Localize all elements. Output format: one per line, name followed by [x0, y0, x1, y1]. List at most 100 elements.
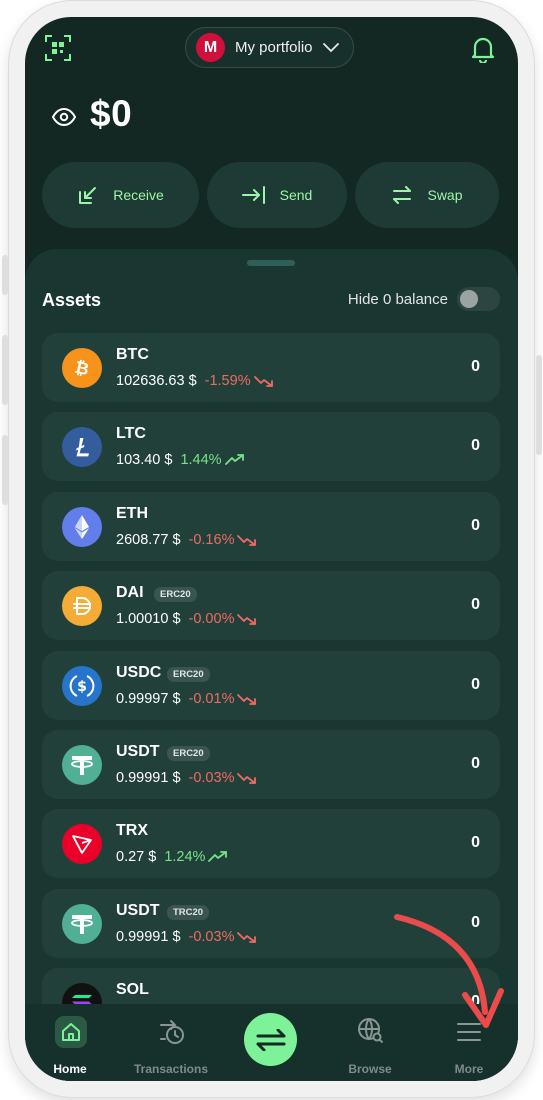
receive-button[interactable]: Receive	[42, 162, 199, 228]
btc-icon: ₿	[62, 348, 102, 388]
usdt-icon	[62, 744, 102, 785]
trend-up-icon	[208, 851, 228, 863]
usdt-icon	[62, 903, 102, 944]
asset-list: ₿ BTC 102636.63 $ -1.59% 0 LTC 103.40 $ …	[42, 333, 500, 1048]
svg-text:$: $	[77, 679, 87, 695]
nav-label: Home	[53, 1062, 87, 1076]
asset-change: -0.00%	[188, 611, 235, 628]
chevron-down-icon	[322, 42, 339, 52]
swap-button[interactable]: Swap	[355, 162, 499, 228]
asset-symbol: SOL	[116, 981, 149, 999]
asset-symbol: ETH	[116, 504, 148, 522]
asset-price: 1.00010 $	[116, 611, 181, 628]
asset-row-dai[interactable]: DAI ERC20 1.00010 $ -0.00% 0	[42, 571, 500, 641]
asset-symbol: USDC	[116, 663, 162, 681]
globe-search-icon	[358, 1018, 384, 1044]
asset-price-line: 103.40 $ 1.44%	[116, 452, 245, 468]
toggle-knob	[460, 290, 478, 308]
receive-label: Receive	[113, 187, 164, 203]
asset-price-line: 0.99991 $ -0.03%	[116, 770, 257, 786]
asset-price-line: 102636.63 $ -1.59%	[116, 373, 274, 389]
assets-title: Assets	[42, 290, 102, 310]
asset-balance: 0	[471, 913, 480, 931]
swap-arrows-icon	[256, 1028, 285, 1051]
assets-sheet: Assets Hide 0 balance ₿ BTC 102636.63 $ …	[25, 249, 518, 1081]
asset-balance: 0	[471, 675, 480, 693]
trend-down-icon	[237, 931, 257, 943]
nav-transactions[interactable]: Transactions	[126, 1004, 216, 1081]
asset-change: 1.24%	[164, 849, 206, 866]
asset-balance: 0	[471, 358, 480, 375]
nav-label: Transactions	[133, 1062, 209, 1076]
trend-down-icon	[237, 614, 257, 626]
asset-change: -0.03%	[188, 769, 235, 786]
eth-icon	[62, 506, 102, 547]
asset-change: -0.16%	[188, 531, 235, 548]
nav-browse[interactable]: Browse	[325, 1004, 415, 1081]
sheet-drag-handle[interactable]	[247, 260, 295, 266]
asset-balance: 0	[471, 754, 480, 772]
asset-symbol: USDT	[116, 742, 160, 760]
avatar: M	[196, 33, 225, 62]
asset-row-btc[interactable]: ₿ BTC 102636.63 $ -1.59% 0	[42, 333, 500, 402]
portfolio-name: My portfolio	[235, 39, 313, 56]
app-screen: M My portfolio $0 Receive Send Swap Asse…	[25, 17, 518, 1081]
asset-price-line: 0.27 $ 1.24%	[116, 849, 228, 865]
bell-icon[interactable]	[470, 35, 496, 65]
trend-up-icon	[224, 454, 244, 466]
asset-symbol: LTC	[116, 425, 146, 443]
qr-scan-icon[interactable]	[45, 35, 71, 61]
phone-side-button	[2, 335, 8, 405]
eye-icon[interactable]	[51, 107, 77, 127]
asset-change: 1.44%	[180, 452, 222, 469]
send-button[interactable]: Send	[207, 162, 347, 228]
trx-icon	[62, 824, 102, 865]
asset-price: 0.99991 $	[116, 928, 181, 945]
trend-down-icon	[237, 534, 257, 546]
menu-icon	[457, 1023, 481, 1041]
asset-price-line: 0.99997 $ -0.01%	[116, 691, 257, 707]
asset-price-line: 2608.77 $ -0.16%	[116, 532, 257, 548]
send-label: Send	[279, 187, 313, 203]
asset-balance: 0	[471, 437, 480, 455]
asset-price: 2608.77 $	[116, 531, 181, 548]
trend-down-icon	[253, 376, 273, 387]
asset-price: 0.99991 $	[116, 769, 181, 786]
asset-row-trx[interactable]: TRX 0.27 $ 1.24% 0	[42, 809, 500, 879]
portfolio-selector[interactable]: M My portfolio	[185, 27, 354, 68]
hide-zero-label: Hide 0 balance	[347, 291, 448, 308]
nav-label: More	[454, 1062, 484, 1076]
asset-symbol: DAI	[116, 584, 144, 602]
hide-zero-toggle[interactable]	[457, 287, 500, 311]
asset-symbol: BTC	[116, 346, 149, 363]
asset-row-usdc[interactable]: $ USDC ERC20 0.99997 $ -0.01% 0	[42, 650, 500, 720]
nav-home[interactable]: Home	[25, 1004, 115, 1081]
svg-text:₿: ₿	[73, 358, 91, 380]
dai-icon	[62, 586, 102, 627]
phone-side-button	[2, 435, 8, 505]
transactions-icon	[160, 1020, 184, 1044]
receive-icon	[79, 187, 97, 204]
asset-row-usdt-trc20[interactable]: USDT TRC20 0.99991 $ -0.03% 0	[42, 888, 500, 958]
home-icon	[55, 1016, 87, 1048]
trend-down-icon	[237, 693, 257, 705]
asset-balance: 0	[471, 516, 480, 534]
network-badge: ERC20	[154, 587, 197, 603]
asset-row-eth[interactable]: ETH 2608.77 $ -0.16% 0	[42, 491, 500, 561]
send-icon	[241, 186, 265, 204]
usdc-icon: $	[62, 665, 102, 706]
phone-side-button	[536, 355, 542, 455]
swap-icon	[393, 186, 412, 204]
asset-price: 0.99997 $	[116, 690, 181, 707]
asset-price: 102636.63 $	[116, 373, 197, 389]
swap-fab-button[interactable]	[244, 1013, 297, 1066]
nav-more[interactable]: More	[424, 1004, 514, 1081]
trend-down-icon	[237, 773, 257, 784]
asset-price-line: 1.00010 $ -0.00%	[116, 611, 257, 627]
asset-row-usdt-erc20[interactable]: USDT ERC20 0.99991 $ -0.03% 0	[42, 729, 500, 799]
asset-change: -0.03%	[188, 928, 235, 945]
asset-price: 0.27 $	[116, 849, 157, 866]
asset-row-ltc[interactable]: LTC 103.40 $ 1.44% 0	[42, 412, 500, 482]
network-badge: TRC20	[167, 904, 210, 920]
network-badge: ERC20	[167, 666, 210, 682]
